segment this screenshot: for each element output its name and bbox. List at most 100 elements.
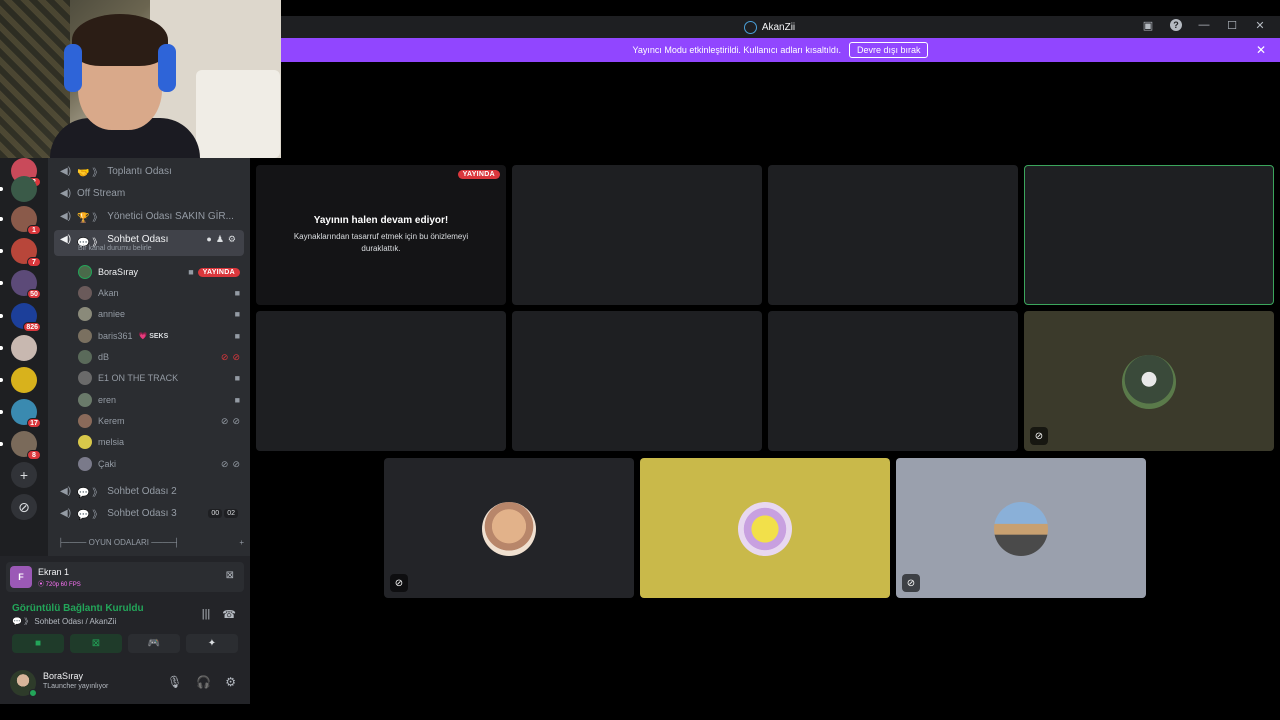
video-tile[interactable]: ⊘ <box>384 458 634 598</box>
speaker-icon: ◀) <box>60 211 72 222</box>
settings-gear-icon[interactable]: ⚙ <box>225 675 236 689</box>
voice-user[interactable]: dB ⊘ ⊘ <box>76 347 242 367</box>
speaker-icon: ◀) <box>60 508 72 519</box>
avatar <box>78 307 92 321</box>
server-avatar <box>11 367 37 393</box>
speaker-icon: ◀) <box>60 486 72 497</box>
help-icon[interactable]: ? <box>1170 19 1182 31</box>
connection-status[interactable]: Görüntülü Bağlantı Kuruldu <box>12 603 144 614</box>
microphone-icon[interactable]: 🎙 <box>167 675 182 689</box>
video-tile[interactable] <box>640 458 890 598</box>
camera-icon: ■ <box>234 395 240 405</box>
settings-icon[interactable]: ⚙ <box>228 234 236 245</box>
window-controls: ▣ ? — ☐ ✕ <box>1142 19 1266 32</box>
stop-stream-icon[interactable]: ⊠ <box>226 570 234 581</box>
video-tile[interactable] <box>768 311 1018 451</box>
channel-status-text[interactable]: Bir kanal durumu belirle <box>78 245 152 252</box>
deafened-icon: ⊘ <box>390 574 408 592</box>
channel-label: Sohbet Odası 3 <box>107 507 177 519</box>
disable-button[interactable]: Devre dışı bırak <box>848 42 929 58</box>
voice-user[interactable]: melsia <box>76 432 242 452</box>
server-avatar <box>11 335 37 361</box>
paused-title: Yayının halen devam ediyor! <box>313 215 449 226</box>
voice-user[interactable]: E1 ON THE TRACK ■ <box>76 368 242 388</box>
online-status-icon <box>29 689 37 697</box>
server-icon[interactable]: 17 <box>0 399 41 428</box>
connection-location[interactable]: 💬 》 Sohbet Odası / AkanZii <box>12 616 116 627</box>
user-name: anniee <box>98 309 126 319</box>
stream-quality: ⦿ 720p 60 FPS <box>38 582 81 588</box>
stream-name: Ekran 1 <box>38 567 70 577</box>
video-tile[interactable]: ⊘ <box>1024 311 1274 451</box>
voice-user[interactable]: Akan ■ <box>76 283 242 303</box>
video-tile[interactable]: ⊘ <box>896 458 1146 598</box>
maximize-icon[interactable]: ☐ <box>1226 19 1238 32</box>
noise-suppression-icon[interactable]: ||| <box>202 608 211 621</box>
minimize-icon[interactable]: — <box>1198 19 1210 31</box>
server-icon[interactable]: 50 <box>0 270 41 299</box>
server-icon[interactable]: 8 <box>0 431 41 460</box>
activity-button[interactable]: 🎮 <box>128 634 180 653</box>
voice-user[interactable]: Çaki ⊘ ⊘ <box>76 454 242 474</box>
camera-icon: ■ <box>234 331 240 341</box>
server-icon[interactable] <box>0 176 37 202</box>
chat-icon[interactable]: ● <box>206 234 211 245</box>
video-tile[interactable] <box>256 311 506 451</box>
live-badge: YAYINDA <box>197 267 240 277</box>
explore-icon[interactable]: ⊘ <box>11 494 37 520</box>
channel-label: Toplantı Odası <box>107 165 172 177</box>
window-title-text: AkanZii <box>761 21 796 33</box>
server-icon[interactable]: 1 <box>0 206 41 235</box>
channel-sohbet-active[interactable]: ◀) 💬 》 Sohbet Odası Bir kanal durumu bel… <box>54 230 244 256</box>
voice-action-buttons: ■ ⊠ 🎮 ✦ <box>12 634 238 653</box>
channel-label: Yönetici Odası SAKIN GİR... <box>107 210 234 222</box>
server-icon[interactable]: 7 <box>0 238 41 267</box>
video-tile-speaking[interactable] <box>1024 165 1274 305</box>
channel-yonetici[interactable]: ◀) 🏆 》 Yönetici Odası SAKIN GİR... <box>54 206 244 226</box>
close-window-icon[interactable]: ✕ <box>1254 19 1266 32</box>
deafened-icon: ⊘ <box>232 458 240 469</box>
close-notice-icon[interactable]: ✕ <box>1256 43 1266 57</box>
channel-sohbet-3[interactable]: ◀) 💬 》 Sohbet Odası 3 00 02 <box>54 503 244 523</box>
camera-button[interactable]: ■ <box>12 634 64 653</box>
video-tile[interactable] <box>512 165 762 305</box>
unread-pill <box>0 378 3 382</box>
add-member-icon[interactable]: ♟ <box>216 234 224 245</box>
channel-toplanti[interactable]: ◀) 🤝 》 Toplantı Odası <box>54 161 244 181</box>
user-count: 00 <box>208 508 223 518</box>
voice-user[interactable]: baris361 💗 SEKS ■ <box>76 326 242 346</box>
deafened-icon: ⊘ <box>902 574 920 592</box>
voice-user[interactable]: BoraSıray ■ YAYINDA <box>76 262 242 282</box>
video-tile[interactable] <box>768 165 1018 305</box>
unread-badge: 1 <box>27 225 41 235</box>
user-status-icons: ■ YAYINDA <box>188 267 240 277</box>
voice-user[interactable]: anniee ■ <box>76 304 242 324</box>
server-icon[interactable] <box>0 367 37 393</box>
unread-pill <box>0 314 3 318</box>
muted-mic-icon: ⊘ <box>220 415 229 426</box>
stream-tile-paused[interactable]: YAYINDA Yayının halen devam ediyor! Kayn… <box>256 165 506 305</box>
avatar <box>78 265 92 279</box>
server-icon[interactable] <box>0 335 37 361</box>
channel-sohbet-2[interactable]: ◀) 💬 》 Sohbet Odası 2 <box>54 481 244 501</box>
screen-share-button[interactable]: ⊠ <box>70 634 122 653</box>
server-icon[interactable]: 826 <box>0 303 41 332</box>
disconnect-icon[interactable]: ☎ <box>222 608 236 621</box>
voice-user[interactable]: eren ■ <box>76 390 242 410</box>
user-limit: 00 02 <box>208 508 238 518</box>
add-server-icon[interactable]: + <box>11 462 37 488</box>
video-tile[interactable] <box>512 311 762 451</box>
channel-off-stream[interactable]: ◀) Off Stream <box>54 183 244 203</box>
category-oyun-odalari[interactable]: ├──── OYUN ODALARI ────┤ + <box>58 538 244 547</box>
headphones-icon[interactable]: 🎧 <box>196 675 211 689</box>
voice-user[interactable]: Kerem ⊘ ⊘ <box>76 411 242 431</box>
channel-prefix: 💬 》 <box>77 487 103 499</box>
add-channel-icon[interactable]: + <box>239 538 244 547</box>
stream-card[interactable]: F Ekran 1 ⦿ 720p 60 FPS ⊠ <box>6 562 244 592</box>
inbox-icon[interactable]: ▣ <box>1142 19 1154 32</box>
soundboard-button[interactable]: ✦ <box>186 634 238 653</box>
user-status-icons: ⊘ ⊘ <box>221 352 240 363</box>
avatar <box>78 286 92 300</box>
hair-image <box>72 14 168 66</box>
unread-pill <box>0 217 3 221</box>
